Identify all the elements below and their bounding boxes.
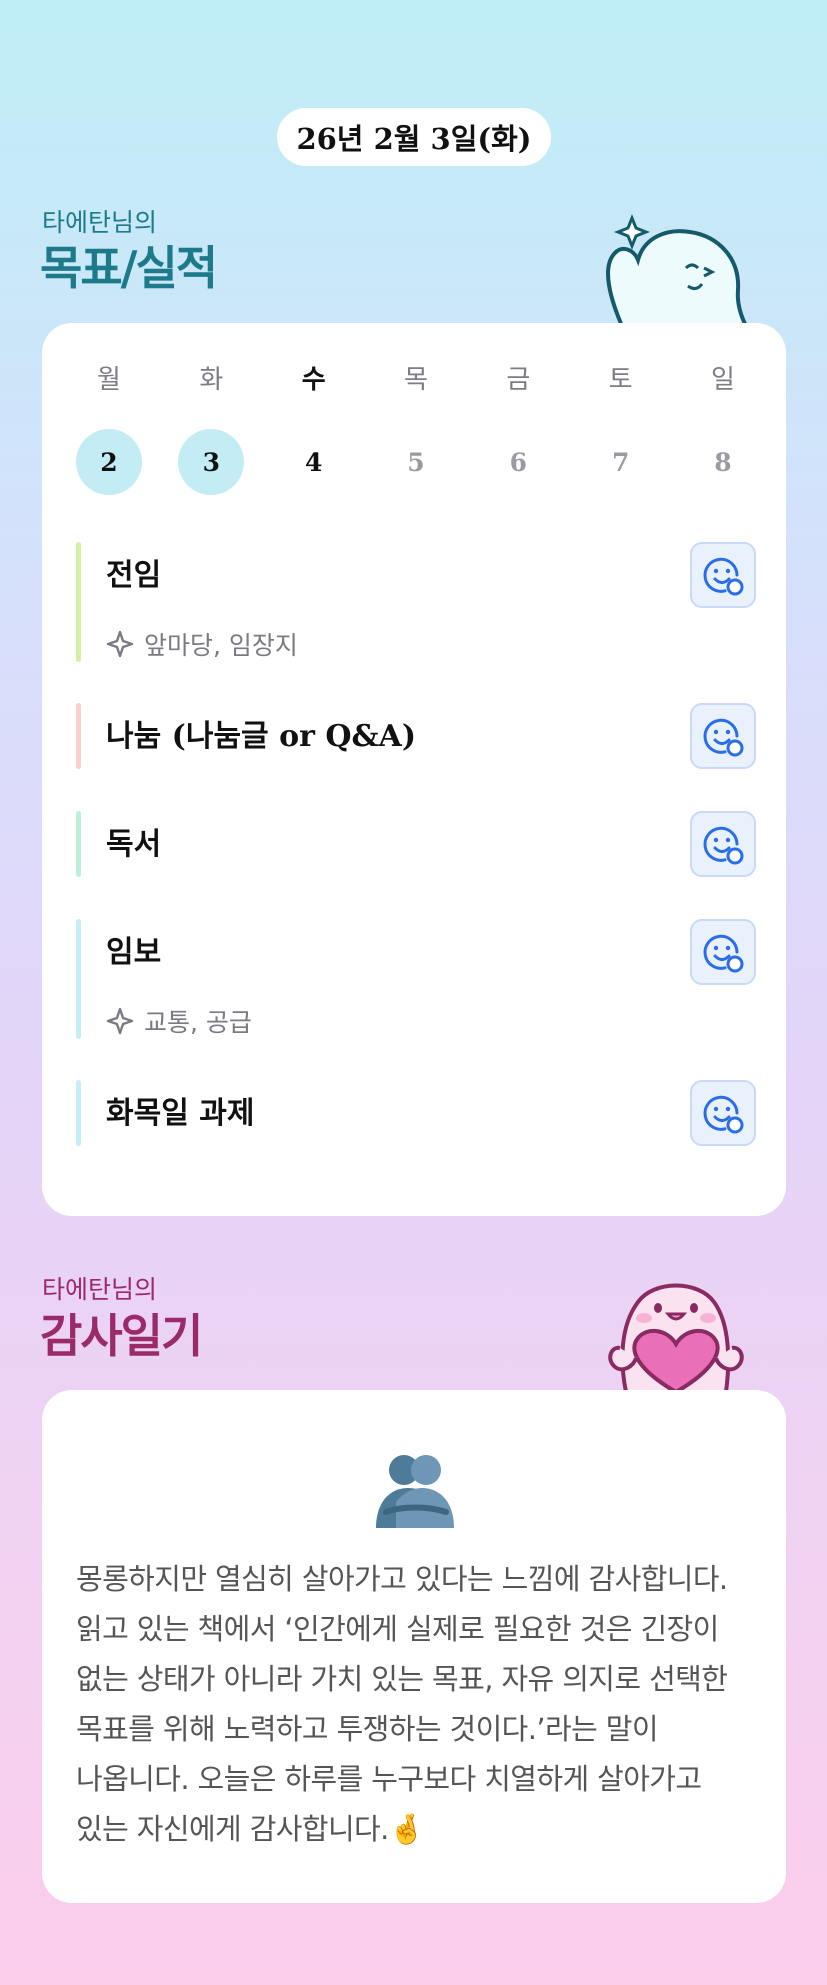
day-number: 3: [178, 429, 245, 495]
day-sat[interactable]: 토 7: [588, 363, 654, 495]
smile-emoji-add-icon: [703, 826, 744, 865]
goal-tag: 앞마당, 임장지: [106, 626, 756, 662]
sparkle-icon: [106, 1007, 134, 1035]
goals-card: 월 2 화 3 수 4 목 5 금 6 토 7 일 8 전임 앞마당, 임장지 …: [42, 323, 786, 1216]
goals-title: 목표/실적: [40, 241, 218, 295]
date-pill[interactable]: 26년 2월 3일(화): [277, 108, 551, 166]
goal-item: 독서: [76, 811, 756, 877]
day-wed[interactable]: 수 4: [281, 363, 347, 495]
day-number: 4: [304, 447, 323, 477]
smile-emoji-add-icon: [703, 718, 744, 757]
sparkle-icon: [106, 630, 134, 658]
goal-tag: 교통, 공급: [106, 1003, 756, 1039]
goal-name: 독서: [106, 827, 162, 862]
add-reaction-button[interactable]: [690, 919, 756, 985]
day-label: 월: [97, 365, 121, 395]
goal-name: 전임: [106, 558, 162, 593]
day-tue[interactable]: 화 3: [178, 363, 245, 495]
day-mon[interactable]: 월 2: [76, 363, 142, 495]
smile-emoji-add-icon: [703, 1095, 744, 1134]
smile-emoji-add-icon: [703, 557, 744, 596]
heart-mascot-icon: [608, 1283, 744, 1392]
add-reaction-button[interactable]: [690, 703, 756, 769]
week-calendar: 월 2 화 3 수 4 목 5 금 6 토 7 일 8: [76, 363, 756, 495]
goal-item: 임보 교통, 공급: [76, 919, 756, 1039]
add-reaction-button[interactable]: [690, 1080, 756, 1146]
goal-item: 나눔 (나눔글 or Q&A): [76, 703, 756, 769]
day-number: 2: [76, 429, 142, 495]
day-label: 목: [404, 365, 428, 395]
goal-item: 화목일 과제: [76, 1080, 756, 1146]
hugging-people-icon: [376, 1455, 454, 1528]
gratitude-title: 감사일기: [40, 1309, 203, 1363]
day-label: 토: [608, 365, 633, 395]
day-label: 일: [711, 365, 735, 395]
day-number: 8: [714, 447, 732, 477]
goal-name: 화목일 과제: [106, 1096, 255, 1131]
day-label: 화: [199, 365, 224, 395]
gratitude-card: 몽롱하지만 열심히 살아가고 있다는 느낌에 감사합니다. 읽고 있는 책에서 …: [42, 1390, 786, 1903]
gratitude-text: 몽롱하지만 열심히 살아가고 있다는 느낌에 감사합니다. 읽고 있는 책에서 …: [76, 1562, 728, 1846]
day-label: 수: [301, 365, 326, 395]
waving-mascot-icon: [606, 213, 749, 326]
add-reaction-button[interactable]: [690, 811, 756, 877]
goal-tag-text: 교통, 공급: [144, 1008, 252, 1037]
day-number: 6: [509, 447, 528, 477]
day-sun[interactable]: 일 8: [690, 363, 756, 495]
day-number: 7: [611, 447, 630, 477]
goal-item: 전임 앞마당, 임장지: [76, 542, 756, 662]
day-number: 5: [407, 447, 425, 477]
day-thu[interactable]: 목 5: [383, 363, 449, 495]
day-label: 금: [506, 365, 531, 395]
goal-name: 나눔 (나눔글 or Q&A): [106, 719, 417, 754]
day-fri[interactable]: 금 6: [485, 363, 551, 495]
add-reaction-button[interactable]: [690, 542, 756, 608]
smile-emoji-add-icon: [703, 934, 744, 973]
goal-tag-text: 앞마당, 임장지: [144, 631, 298, 660]
goal-name: 임보: [106, 935, 162, 970]
